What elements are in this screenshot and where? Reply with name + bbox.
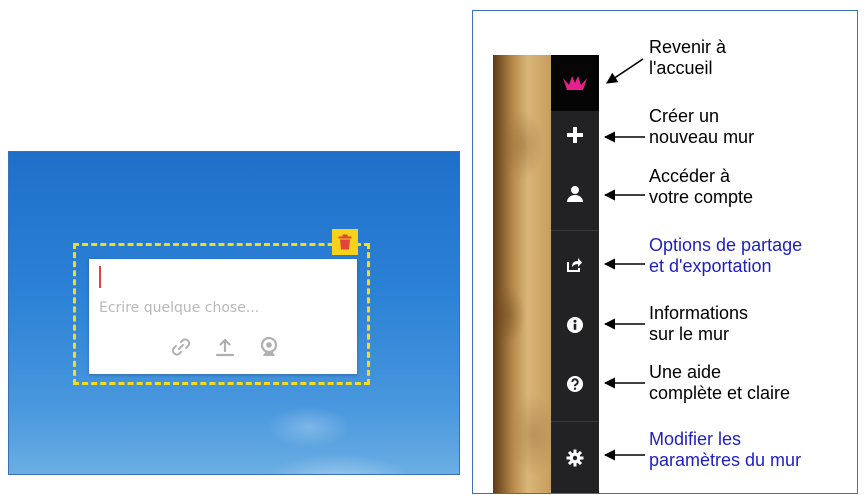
upload-file-button[interactable] xyxy=(213,335,237,359)
share-icon xyxy=(567,258,582,272)
share-export-button[interactable] xyxy=(551,241,599,287)
webcam-icon xyxy=(260,336,278,356)
delete-note-button[interactable] xyxy=(332,229,358,255)
annotation-settings: Modifier les paramètres du mur xyxy=(649,429,801,471)
plus-icon xyxy=(567,127,583,143)
wall-preview xyxy=(8,151,460,475)
sidebar-divider xyxy=(551,421,599,422)
help-icon xyxy=(567,376,583,392)
sidebar-divider xyxy=(551,230,599,231)
annotation-line: nouveau mur xyxy=(649,127,755,147)
annotation-line: Une aide xyxy=(649,362,722,382)
link-icon xyxy=(171,338,191,356)
sidebar xyxy=(551,55,599,493)
annotation-info: Informations sur le mur xyxy=(649,303,748,345)
annotation-home: Revenir à l'accueil xyxy=(649,37,726,79)
annotation-line: Revenir à xyxy=(649,37,727,57)
wall-info-button[interactable] xyxy=(551,302,599,348)
annotation-line: complète et claire xyxy=(649,383,791,403)
note-card[interactable] xyxy=(89,259,357,374)
annotation-line: sur le mur xyxy=(649,324,730,344)
home-button[interactable] xyxy=(551,55,599,111)
annotation-line: Créer un xyxy=(649,106,720,126)
annotation-help: Une aide complète et claire xyxy=(649,362,790,404)
annotation-account: Accéder à votre compte xyxy=(649,166,753,208)
annotation-line: votre compte xyxy=(649,187,754,207)
annotation-line: Options de partage xyxy=(649,235,803,255)
note-text-input[interactable] xyxy=(99,297,339,319)
annotation-new-wall: Créer un nouveau mur xyxy=(649,106,754,148)
annotation-line: Informations xyxy=(649,303,749,323)
toolbar-guide: Revenir à l'accueil Créer un nouveau mur… xyxy=(472,10,858,494)
note-toolbar xyxy=(169,335,281,359)
annotation-line: paramètres du mur xyxy=(649,450,802,470)
annotation-line: et d'exportation xyxy=(649,256,772,276)
upload-icon xyxy=(215,338,235,357)
new-wall-button[interactable] xyxy=(551,112,599,158)
trash-icon xyxy=(338,234,352,250)
annotation-line: Accéder à xyxy=(649,166,731,186)
annotation-share: Options de partage et d'exportation xyxy=(649,235,802,277)
annotation-line: l'accueil xyxy=(649,58,713,78)
gear-icon xyxy=(566,449,584,467)
wall-settings-button[interactable] xyxy=(551,435,599,481)
user-icon xyxy=(567,186,583,202)
info-icon xyxy=(567,317,583,333)
logo-icon xyxy=(563,76,587,90)
attach-link-button[interactable] xyxy=(169,335,193,359)
arrow-home xyxy=(606,58,644,84)
account-button[interactable] xyxy=(551,171,599,217)
help-button[interactable] xyxy=(551,361,599,407)
wall-background xyxy=(493,55,551,493)
annotation-line: Modifier les xyxy=(649,429,742,449)
text-cursor xyxy=(99,266,101,288)
webcam-capture-button[interactable] xyxy=(257,335,281,359)
